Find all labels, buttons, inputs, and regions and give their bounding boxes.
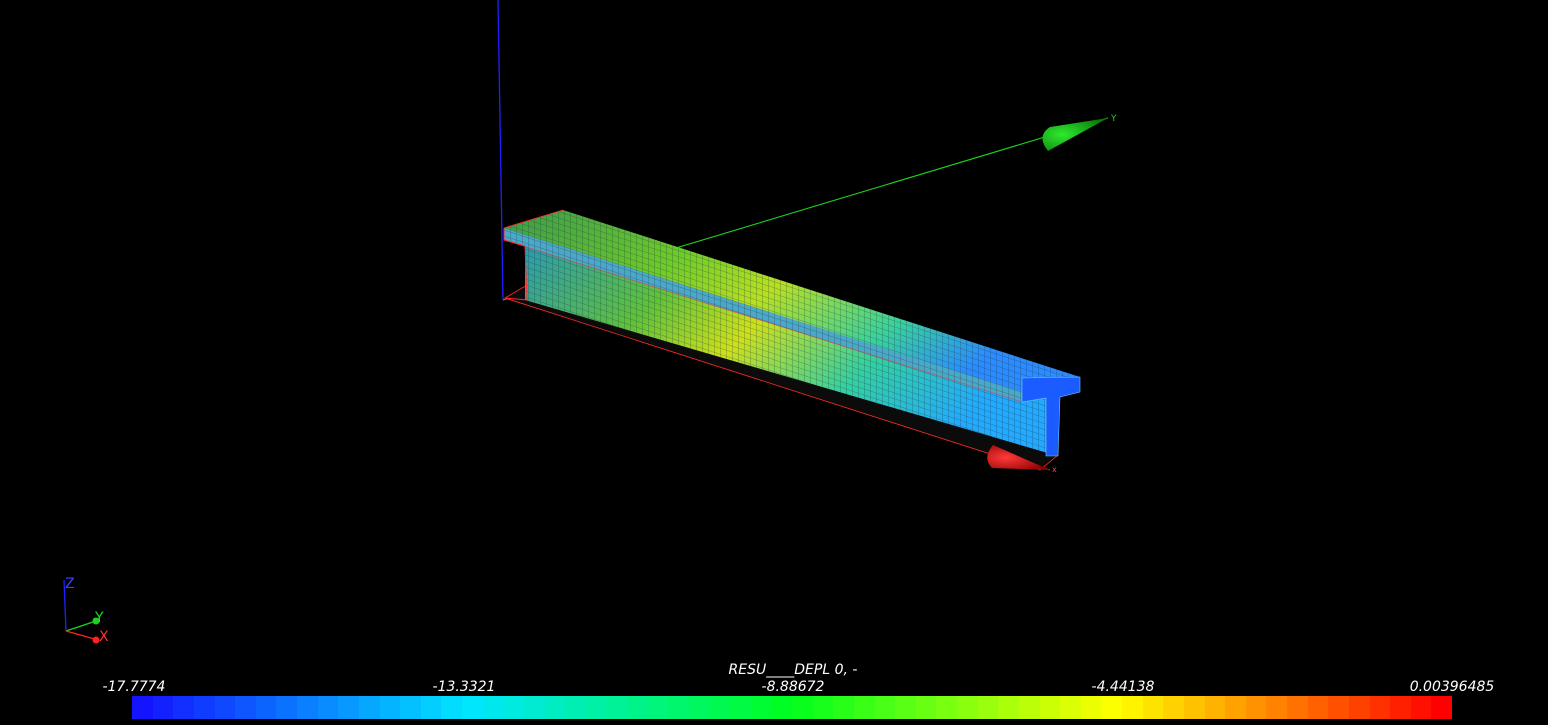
colorbar-segment — [957, 696, 978, 719]
colorbar-segment — [1142, 696, 1164, 719]
colorbar-segment — [750, 696, 772, 719]
colorbar-segment — [462, 696, 483, 719]
colorbar-segment — [193, 696, 215, 719]
colorbar-segment — [1369, 696, 1391, 719]
colorbar-segment — [915, 696, 937, 719]
colorbar-segment — [812, 696, 834, 719]
scalar-bar-tick-1: -13.3321 — [432, 679, 496, 695]
colorbar-segment — [1390, 696, 1411, 719]
colorbar-segment — [1328, 696, 1349, 719]
colorbar-segment — [1163, 696, 1184, 719]
scalar-bar-tick-2: -8.88672 — [761, 679, 825, 695]
triad-z-label: Z — [65, 576, 75, 592]
colorbar-segment — [1018, 696, 1040, 719]
colorbar-segment — [730, 696, 751, 719]
colorbar-segment — [1060, 696, 1081, 719]
triad-x-label: X — [99, 629, 109, 645]
scalar-bar-tick-0: -17.7774 — [102, 679, 166, 695]
colorbar-segment — [668, 696, 689, 719]
3d-viewport[interactable]: Y x Z Y X — [0, 0, 1548, 725]
colorbar-segment — [1266, 696, 1287, 719]
colorbar-segment — [1080, 696, 1102, 719]
y-axis-arrow-label: Y — [1110, 114, 1117, 124]
z-axis-line — [497, 0, 504, 301]
scalar-bar-tick-4: 0.00396485 — [1409, 679, 1495, 695]
colorbar-segment — [936, 696, 957, 719]
colorbar-segment — [152, 696, 174, 719]
colorbar-segment — [792, 696, 813, 719]
colorbar-segment — [297, 696, 318, 719]
colorbar-segment — [1204, 696, 1226, 719]
colorbar-segment — [1245, 696, 1267, 719]
scalar-bar-colorbar[interactable] — [132, 696, 1452, 719]
colorbar-segment — [379, 696, 401, 719]
colorbar-segment — [400, 696, 421, 719]
colorbar-segment — [503, 696, 524, 719]
colorbar-segment — [895, 696, 916, 719]
triad-y-label: Y — [94, 610, 104, 626]
colorbar-segment — [771, 696, 792, 719]
colorbar-segment — [132, 696, 153, 719]
colorbar-segment — [1183, 696, 1205, 719]
colorbar-segment — [1122, 696, 1143, 719]
colorbar-segment — [709, 696, 731, 719]
beam-mesh[interactable] — [503, 209, 1081, 471]
x-axis-arrow-label: x — [1052, 465, 1057, 474]
colorbar-segment — [1039, 696, 1061, 719]
colorbar-segment — [874, 696, 896, 719]
colorbar-segment — [441, 696, 462, 719]
colorbar-segment — [276, 696, 297, 719]
colorbar-segment — [235, 696, 256, 719]
colorbar-segment — [338, 696, 359, 719]
colorbar-segment — [565, 696, 586, 719]
colorbar-segment — [255, 696, 277, 719]
colorbar-segment — [1431, 696, 1452, 719]
colorbar-segment — [1101, 696, 1122, 719]
scalar-bar-title: RESU____DEPL 0, - — [728, 662, 858, 678]
colorbar-segment — [358, 696, 380, 719]
colorbar-segment — [585, 696, 607, 719]
colorbar-segment — [1287, 696, 1308, 719]
scalar-bar-tick-3: -4.44138 — [1091, 679, 1155, 695]
colorbar-segment — [317, 696, 339, 719]
colorbar-segment — [647, 696, 669, 719]
colorbar-segment — [627, 696, 648, 719]
colorbar-segment — [544, 696, 566, 719]
colorbar-segment — [1307, 696, 1329, 719]
colorbar-segment — [1348, 696, 1370, 719]
colorbar-segment — [606, 696, 627, 719]
colorbar-segment — [853, 696, 875, 719]
colorbar-segment — [977, 696, 999, 719]
colorbar-segment — [998, 696, 1019, 719]
colorbar-segment — [1225, 696, 1246, 719]
colorbar-segment — [1410, 696, 1432, 719]
colorbar-segment — [173, 696, 194, 719]
colorbar-segment — [214, 696, 236, 719]
y-axis-arrow: Y — [1042, 114, 1117, 151]
orientation-triad: Z Y X — [63, 576, 109, 645]
colorbar-segment — [523, 696, 545, 719]
colorbar-segment — [833, 696, 854, 719]
colorbar-segment — [420, 696, 442, 719]
colorbar-segment — [482, 696, 504, 719]
colorbar-segment — [688, 696, 710, 719]
